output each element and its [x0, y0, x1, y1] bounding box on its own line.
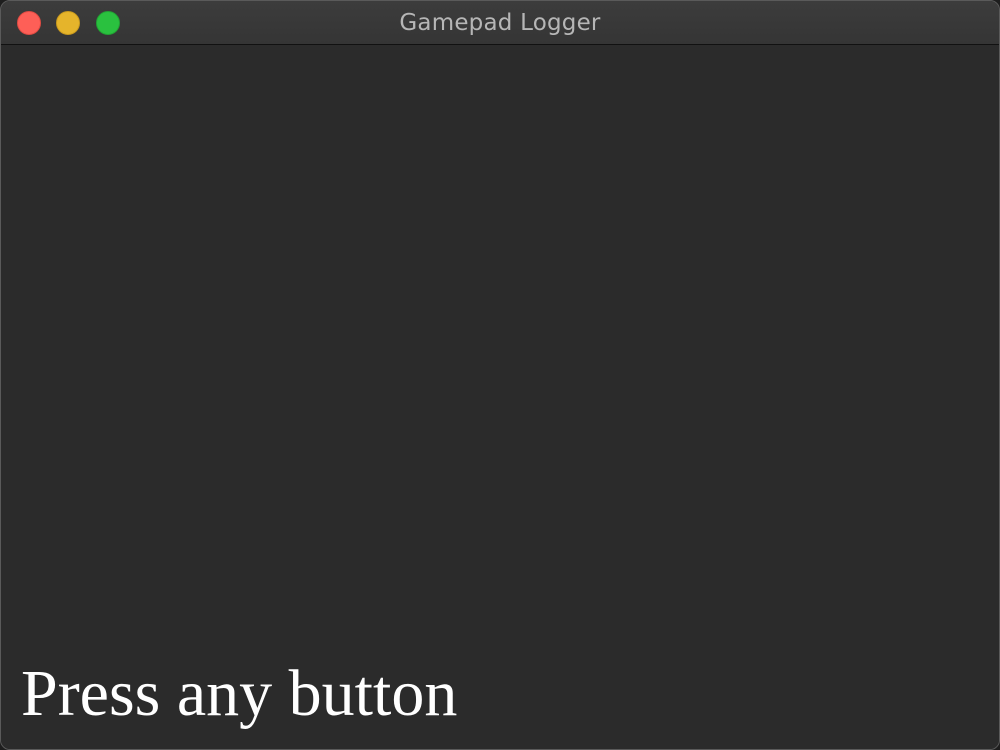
app-window: Gamepad Logger Press any button: [0, 0, 1000, 750]
prompt-text: Press any button: [21, 657, 458, 730]
content-area: Press any button: [1, 45, 999, 749]
window-title: Gamepad Logger: [399, 10, 601, 36]
title-bar[interactable]: Gamepad Logger: [1, 1, 999, 45]
